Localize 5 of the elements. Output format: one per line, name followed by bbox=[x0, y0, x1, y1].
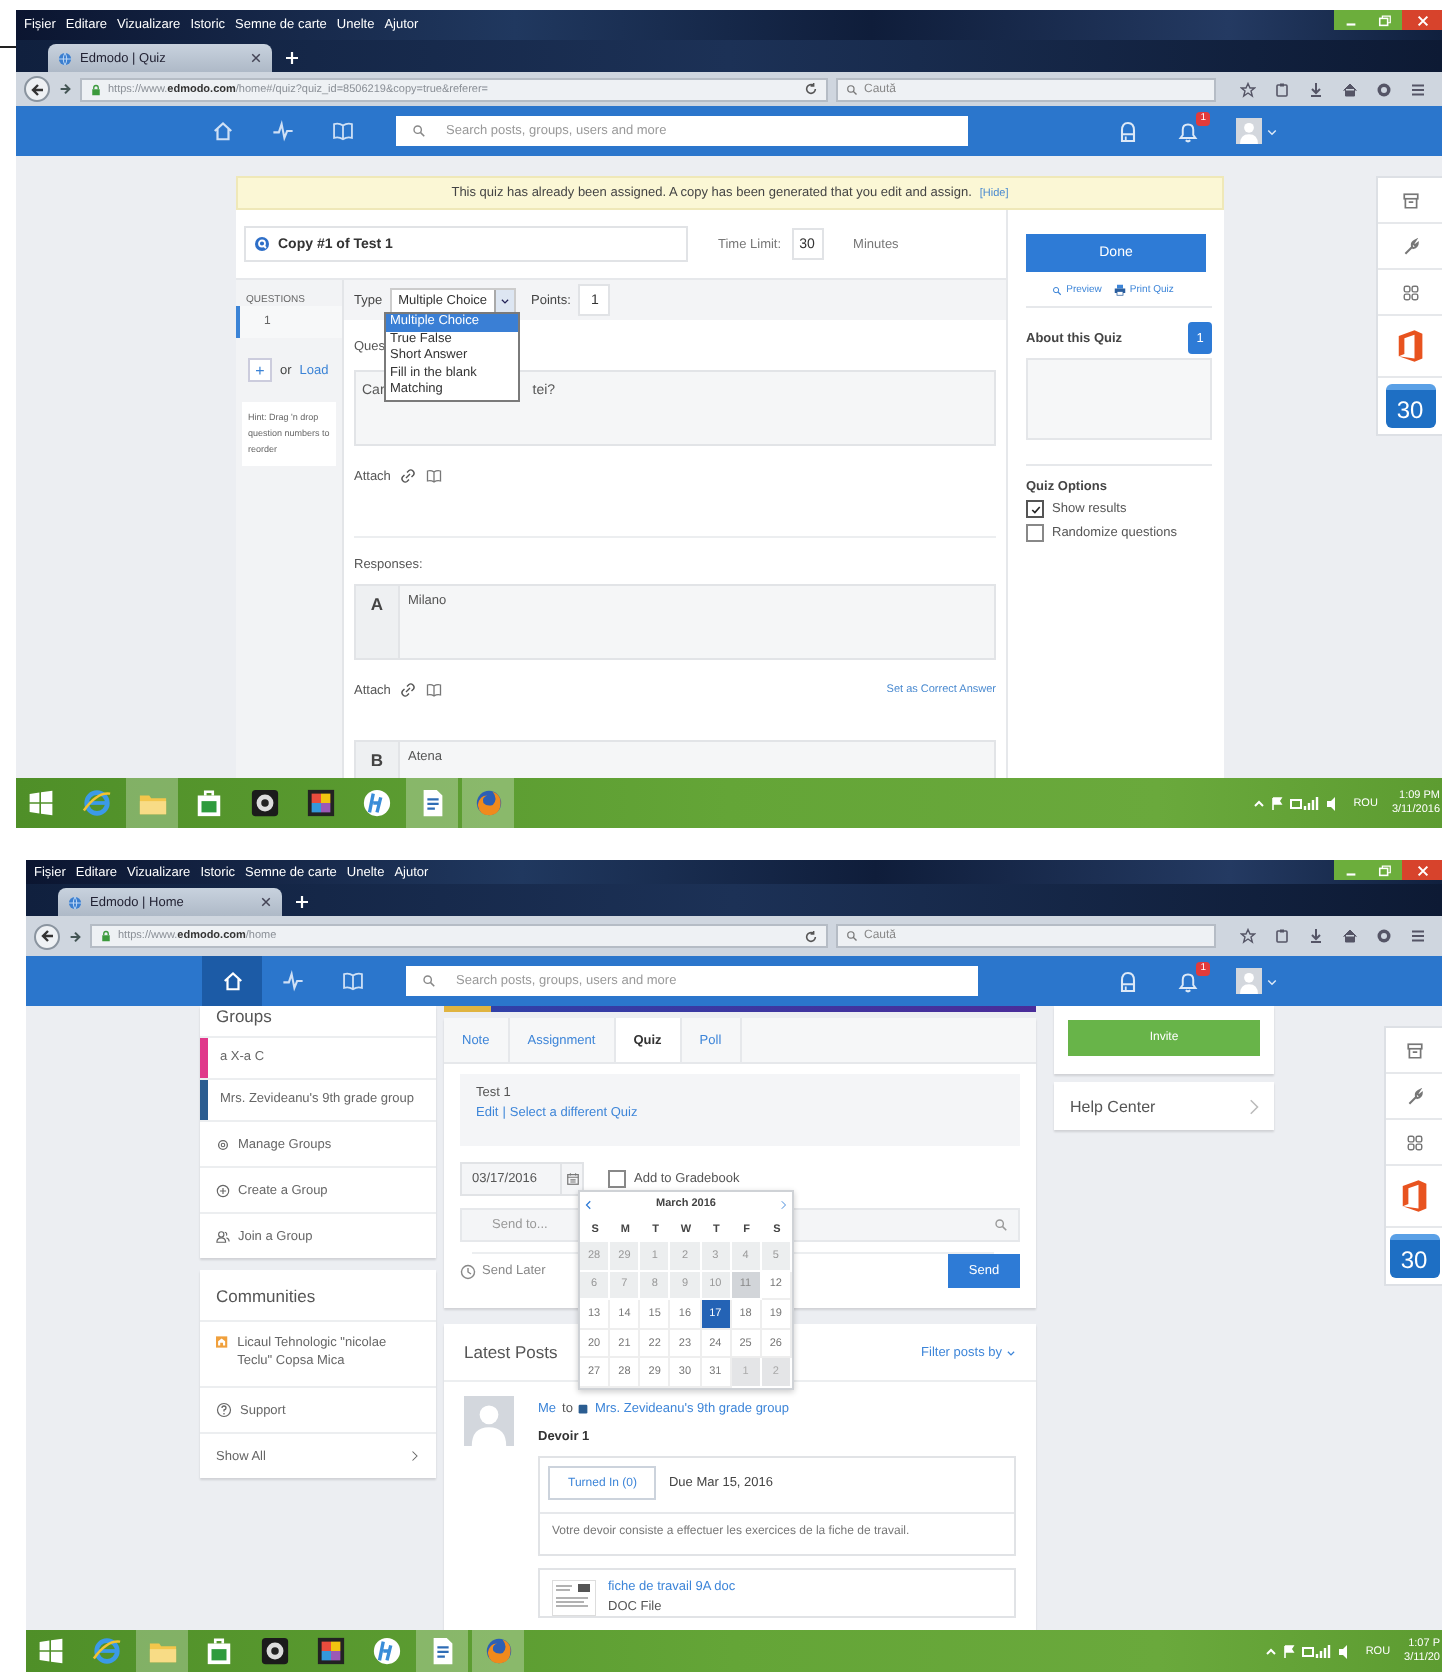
answer-letter: B bbox=[354, 740, 398, 778]
answer-letter: A bbox=[354, 584, 398, 660]
communities-heading: Communities bbox=[200, 1270, 436, 1322]
section-heading: Latest Posts bbox=[464, 1342, 558, 1362]
groups-heading: Groups bbox=[214, 1006, 274, 1030]
